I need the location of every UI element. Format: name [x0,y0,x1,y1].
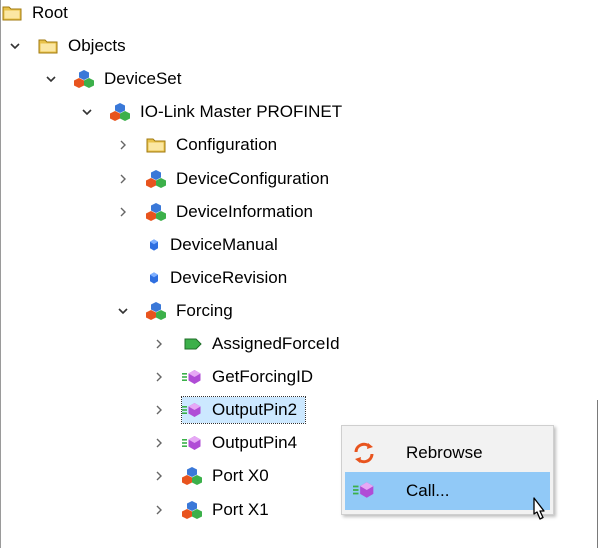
tree-item-label: OutputPin2 [212,400,298,420]
tree-item-label: Port X0 [212,466,269,486]
tree-item-label: DeviceSet [104,69,182,89]
chevron-right-icon[interactable] [114,130,132,160]
tree-item[interactable]: DeviceSet [42,64,189,94]
menu-item-label: Call... [406,481,450,500]
chevron-right-icon[interactable] [150,428,168,458]
tree-item-label: IO-Link Master PROFINET [140,102,343,122]
tree-item[interactable]: DeviceManual [146,230,286,260]
menu-item-rebrowse[interactable]: Rebrowse [345,434,550,472]
tree-item[interactable]: Port X0 [150,461,277,491]
tree-item[interactable]: OutputPin2 [150,395,307,425]
tree-item-content[interactable]: OutputPin2 [180,396,307,425]
chevron-right-icon[interactable] [114,164,132,194]
chevron-right-icon[interactable] [150,495,168,525]
tree-item-label: DeviceConfiguration [176,168,330,188]
tree-item[interactable]: DeviceRevision [146,263,295,293]
tree-item-label: Objects [68,36,126,56]
tree-item-label: DeviceManual [170,234,278,254]
tree-item-content[interactable]: AssignedForceId [182,331,348,357]
method-icon [182,433,202,453]
tree-item-content[interactable]: IO-Link Master PROFINET [110,99,350,125]
tree-item[interactable]: AssignedForceId [150,329,348,359]
chevron-down-icon[interactable] [78,97,96,127]
tree-item-content[interactable]: Root [2,0,76,26]
object-icon [146,301,166,321]
chevron-right-icon[interactable] [150,329,168,359]
refresh-icon [352,441,378,465]
property-icon [146,268,162,288]
object-icon [146,169,166,189]
object-icon [182,466,202,486]
chevron-down-icon[interactable] [114,296,132,326]
tree-item[interactable]: OutputPin4 [150,428,305,458]
tree-item[interactable]: Configuration [114,130,285,160]
variable-icon [182,334,202,354]
tree-item[interactable]: Forcing [114,296,241,326]
chevron-right-icon[interactable] [150,395,168,425]
tree-item[interactable]: Objects [6,31,134,61]
object-icon [182,500,202,520]
tree-item-content[interactable]: OutputPin4 [182,430,305,456]
tree-item-label: DeviceInformation [176,201,314,221]
tree-item-label: OutputPin4 [212,433,298,453]
chevron-right-icon[interactable] [150,461,168,491]
tree-item-label: Root [32,3,68,22]
tree-item-content[interactable]: DeviceSet [74,66,189,92]
tree-item-label: GetForcingID [212,367,314,387]
object-icon [110,102,130,122]
context-menu: Rebrowse Call... [341,425,554,515]
method-icon [352,479,378,503]
tree-item[interactable]: IO-Link Master PROFINET [78,97,350,127]
folder-icon [146,135,166,155]
folder-icon [2,3,22,23]
tree-item-content[interactable]: Forcing [146,298,241,324]
mouse-cursor-icon [533,497,545,520]
tree-item-content[interactable]: GetForcingID [182,364,321,390]
method-icon [182,400,202,420]
tree-item-content[interactable]: Objects [38,33,134,59]
tree-item-content[interactable]: DeviceConfiguration [146,166,337,192]
tree-item-content[interactable]: Port X0 [182,463,277,489]
menu-item-call[interactable]: Call... [345,472,550,510]
chevron-down-icon[interactable] [42,64,60,94]
tree-item[interactable]: Root [2,0,76,28]
tree-item-label: AssignedForceId [212,334,340,353]
tree-border [0,0,1,548]
method-icon [182,367,202,387]
folder-icon [38,36,58,56]
tree-item[interactable]: DeviceConfiguration [114,164,337,194]
tree-item-label: Configuration [176,135,278,155]
chevron-right-icon[interactable] [114,197,132,227]
object-icon [74,69,94,89]
property-icon [146,235,162,255]
menu-item-label: Rebrowse [406,443,483,462]
tree-item[interactable]: Port X1 [150,495,277,525]
tree-item-content[interactable]: Port X1 [182,497,277,523]
chevron-down-icon[interactable] [6,31,24,61]
tree-item-content[interactable]: DeviceManual [146,232,286,258]
tree-item-content[interactable]: Configuration [146,132,285,158]
chevron-right-icon[interactable] [150,362,168,392]
tree-item-label: Forcing [176,300,233,320]
tree-item[interactable]: GetForcingID [150,362,321,392]
object-icon [146,202,166,222]
tree-item-label: DeviceRevision [170,267,288,287]
tree-right-border [597,400,598,548]
tree-item-content[interactable]: DeviceRevision [146,265,295,291]
tree-item-content[interactable]: DeviceInformation [146,199,321,225]
tree-item-label: Port X1 [212,499,269,519]
tree-item[interactable]: DeviceInformation [114,197,321,227]
